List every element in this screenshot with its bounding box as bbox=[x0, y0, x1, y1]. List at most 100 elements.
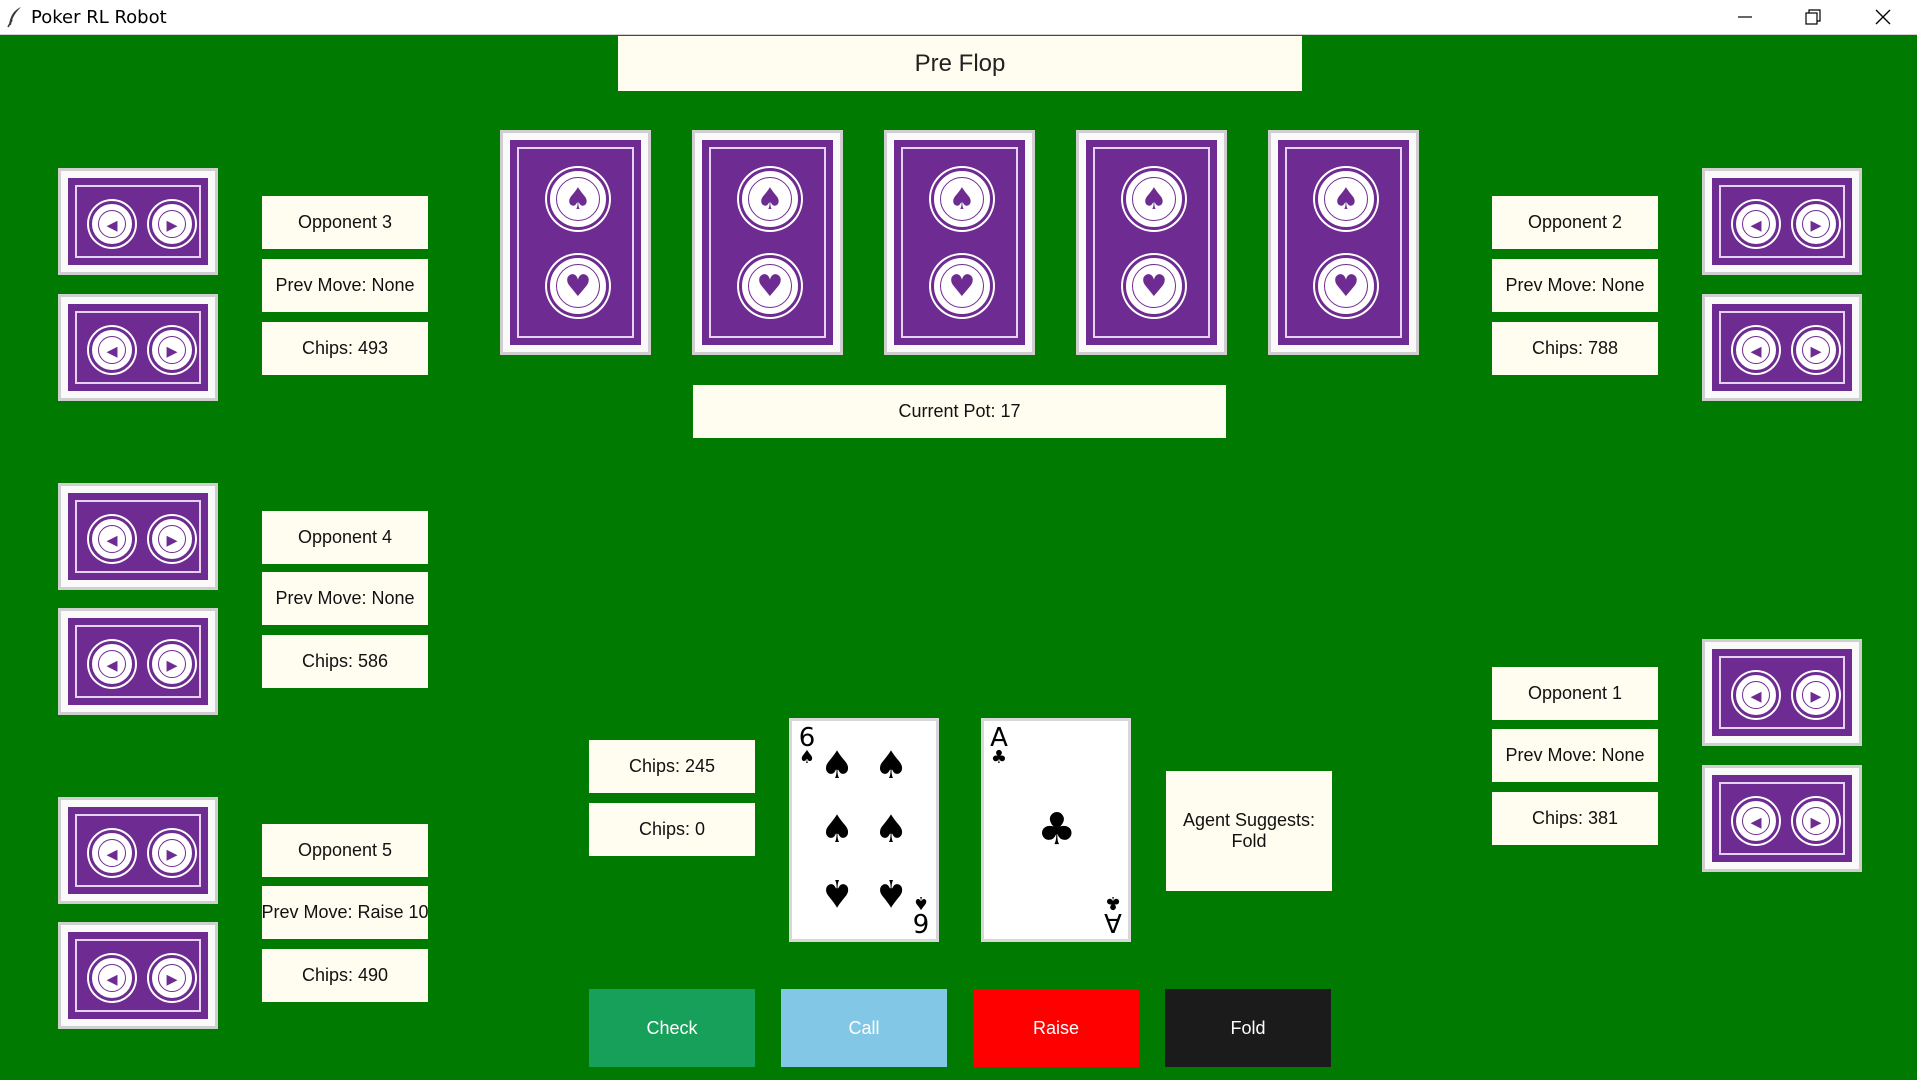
minimize-icon bbox=[1738, 16, 1752, 18]
card-emblem-icon: ▸ bbox=[1793, 672, 1839, 718]
fold-button[interactable]: Fold bbox=[1165, 989, 1331, 1067]
agent-suggestion-label: Agent Suggests: bbox=[1182, 810, 1316, 830]
card-emblem-icon: ◂ bbox=[89, 516, 135, 562]
opponent4-card-1: ◂ ▸ bbox=[58, 483, 218, 590]
club-icon: ♣ bbox=[1104, 892, 1122, 913]
player-card-1: 6 ♠ ♠ ♠ ♠ ♠ ♠ ♠ 6 ♠ bbox=[789, 718, 939, 942]
opponent5-name: Opponent 5 bbox=[262, 824, 428, 877]
community-card-2: ♠ ♥ bbox=[692, 130, 843, 355]
opponent2-prev-move: Prev Move: None bbox=[1492, 259, 1658, 312]
card-emblem-icon: ◂ bbox=[1733, 327, 1779, 373]
card-rank: A bbox=[990, 723, 1008, 753]
opponent1-prev-move: Prev Move: None bbox=[1492, 729, 1658, 782]
spade-icon: ♠ bbox=[874, 807, 909, 851]
card-corner: A ♣ bbox=[1102, 892, 1124, 937]
club-icon: ♣ bbox=[1037, 804, 1077, 855]
card-emblem-icon: ♥ bbox=[547, 255, 609, 317]
card-emblem-icon: ♠ bbox=[931, 168, 993, 230]
card-rank: 6 bbox=[912, 907, 930, 937]
player-chips: Chips: 245 bbox=[589, 740, 755, 793]
card-emblem-icon: ◂ bbox=[89, 955, 135, 1001]
opponent2-card-2: ◂ ▸ bbox=[1702, 294, 1862, 401]
opponent5-card-1: ◂ ▸ bbox=[58, 797, 218, 904]
card-emblem-icon: ◂ bbox=[89, 830, 135, 876]
card-emblem-icon: ♠ bbox=[1123, 168, 1185, 230]
spade-icon: ♠ bbox=[874, 743, 909, 787]
opponent3-name: Opponent 3 bbox=[262, 196, 428, 249]
card-emblem-icon: ▸ bbox=[149, 516, 195, 562]
agent-suggestion-action: Fold bbox=[1231, 831, 1267, 851]
card-emblem-icon: ▸ bbox=[1793, 798, 1839, 844]
opponent2-name: Opponent 2 bbox=[1492, 196, 1658, 249]
minimize-button[interactable] bbox=[1711, 0, 1779, 34]
opponent4-card-2: ◂ ▸ bbox=[58, 608, 218, 715]
opponent3-card-1: ◂ ▸ bbox=[58, 168, 218, 275]
card-emblem-icon: ♥ bbox=[739, 255, 801, 317]
card-emblem-icon: ♥ bbox=[1315, 255, 1377, 317]
community-card-1: ♠ ♥ bbox=[500, 130, 651, 355]
stage-label: Pre Flop bbox=[618, 36, 1302, 91]
opponent1-card-1: ◂ ▸ bbox=[1702, 639, 1862, 746]
opponent2-card-1: ◂ ▸ bbox=[1702, 168, 1862, 275]
title-bar: Poker RL Robot bbox=[0, 0, 1917, 35]
current-pot: Current Pot: 17 bbox=[693, 385, 1226, 438]
opponent1-card-2: ◂ ▸ bbox=[1702, 765, 1862, 872]
opponent4-prev-move: Prev Move: None bbox=[262, 572, 428, 625]
card-corner: 6 ♠ bbox=[910, 892, 932, 937]
opponent1-name: Opponent 1 bbox=[1492, 667, 1658, 720]
card-emblem-icon: ▸ bbox=[1793, 327, 1839, 373]
opponent4-name: Opponent 4 bbox=[262, 511, 428, 564]
window-title: Poker RL Robot bbox=[31, 7, 167, 28]
card-emblem-icon: ♥ bbox=[1123, 255, 1185, 317]
player-bet-chips: Chips: 0 bbox=[589, 803, 755, 856]
opponent5-card-2: ◂ ▸ bbox=[58, 922, 218, 1029]
card-rank: 6 bbox=[798, 723, 816, 753]
card-emblem-icon: ◂ bbox=[89, 201, 135, 247]
feather-icon bbox=[6, 6, 26, 28]
community-card-5: ♠ ♥ bbox=[1268, 130, 1419, 355]
check-button[interactable]: Check bbox=[589, 989, 755, 1067]
card-emblem-icon: ▸ bbox=[149, 955, 195, 1001]
community-card-4: ♠ ♥ bbox=[1076, 130, 1227, 355]
close-button[interactable] bbox=[1849, 0, 1917, 34]
call-button[interactable]: Call bbox=[781, 989, 947, 1067]
card-emblem-icon: ◂ bbox=[1733, 798, 1779, 844]
card-emblem-icon: ◂ bbox=[1733, 672, 1779, 718]
spade-icon: ♠ bbox=[820, 743, 855, 787]
spade-icon: ♠ bbox=[820, 807, 855, 851]
opponent5-chips: Chips: 490 bbox=[262, 949, 428, 1002]
card-emblem-icon: ♠ bbox=[739, 168, 801, 230]
card-rank: A bbox=[1104, 907, 1122, 937]
opponent1-chips: Chips: 381 bbox=[1492, 792, 1658, 845]
close-icon bbox=[1875, 9, 1891, 25]
spade-icon: ♠ bbox=[912, 892, 930, 913]
card-emblem-icon: ♠ bbox=[1315, 168, 1377, 230]
card-emblem-icon: ▸ bbox=[149, 201, 195, 247]
card-emblem-icon: ▸ bbox=[149, 641, 195, 687]
agent-suggestion: Agent Suggests: Fold bbox=[1166, 771, 1332, 891]
restore-button[interactable] bbox=[1779, 0, 1847, 34]
opponent5-prev-move: Prev Move: Raise 10 bbox=[261, 886, 429, 939]
opponent3-card-2: ◂ ▸ bbox=[58, 294, 218, 401]
opponent3-chips: Chips: 493 bbox=[262, 322, 428, 375]
card-emblem-icon: ▸ bbox=[1793, 201, 1839, 247]
card-emblem-icon: ◂ bbox=[89, 327, 135, 373]
restore-icon bbox=[1805, 9, 1821, 25]
spade-icon: ♠ bbox=[820, 871, 855, 915]
card-emblem-icon: ▸ bbox=[149, 830, 195, 876]
card-emblem-icon: ♥ bbox=[931, 255, 993, 317]
card-emblem-icon: ◂ bbox=[1733, 201, 1779, 247]
opponent4-chips: Chips: 586 bbox=[262, 635, 428, 688]
card-corner: A ♣ bbox=[988, 723, 1010, 768]
card-emblem-icon: ◂ bbox=[89, 641, 135, 687]
community-card-3: ♠ ♥ bbox=[884, 130, 1035, 355]
card-emblem-icon: ♠ bbox=[547, 168, 609, 230]
club-icon: ♣ bbox=[990, 747, 1008, 768]
raise-button[interactable]: Raise bbox=[973, 989, 1139, 1067]
spade-icon: ♠ bbox=[874, 871, 909, 915]
spade-icon: ♠ bbox=[798, 747, 816, 768]
card-emblem-icon: ▸ bbox=[149, 327, 195, 373]
player-card-2: A ♣ ♣ A ♣ bbox=[981, 718, 1131, 942]
card-corner: 6 ♠ bbox=[796, 723, 818, 768]
opponent2-chips: Chips: 788 bbox=[1492, 322, 1658, 375]
